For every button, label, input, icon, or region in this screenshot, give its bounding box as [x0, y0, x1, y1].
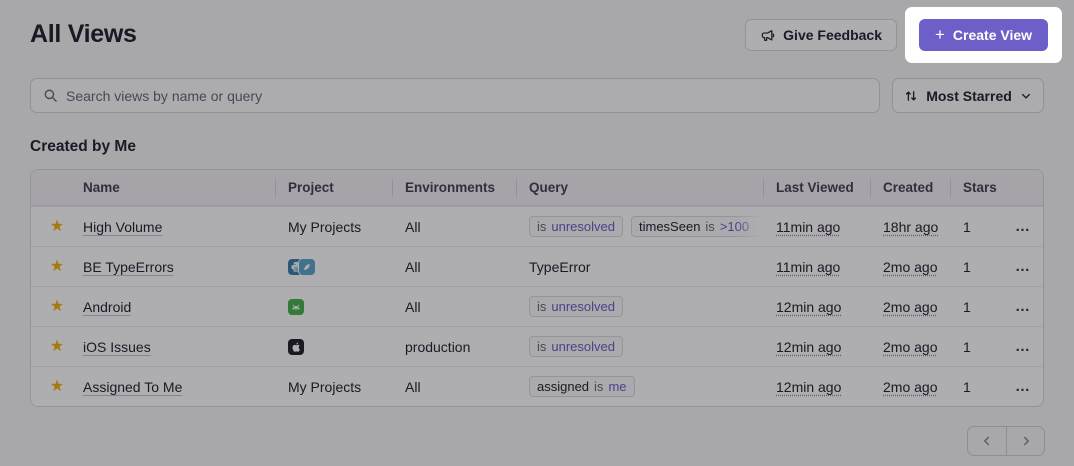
- create-view-button[interactable]: + Create View: [919, 19, 1048, 51]
- view-name-link[interactable]: iOS Issues: [83, 339, 288, 355]
- next-page-button[interactable]: [1006, 427, 1044, 455]
- android-platform-icon: [288, 299, 304, 315]
- stars-count: 1: [963, 379, 1015, 395]
- last-viewed-value: 12min ago: [776, 339, 841, 355]
- query-filter-chip: is unresolved: [529, 336, 623, 357]
- search-box[interactable]: [30, 78, 880, 113]
- query-filter-chip: is unresolved: [529, 216, 623, 237]
- apple-icon: [290, 341, 302, 353]
- chevron-down-icon: [1020, 90, 1032, 102]
- last-viewed-value: 12min ago: [776, 299, 841, 315]
- python-package-icon: [301, 261, 313, 273]
- query-filter-chip: timesSeen is >100: [631, 216, 762, 237]
- column-header-project: Project: [288, 180, 405, 195]
- view-name-link[interactable]: Assigned To Me: [83, 379, 288, 395]
- row-actions-button[interactable]: …: [1015, 338, 1044, 355]
- column-header-created: Created: [883, 180, 963, 195]
- project-cell: [288, 299, 405, 315]
- search-input[interactable]: [66, 88, 867, 104]
- environments-cell: production: [405, 339, 529, 355]
- table-row[interactable]: ★ BE TypeErrors: [31, 246, 1043, 286]
- give-feedback-button[interactable]: Give Feedback: [745, 19, 897, 51]
- search-icon: [43, 88, 58, 103]
- all-views-page: All Views Give Feedback Most Starred: [0, 0, 1074, 466]
- query-cell: assigned is me: [529, 376, 762, 397]
- row-actions-button[interactable]: …: [1015, 218, 1044, 235]
- views-table: Name Project Environments Query Last Vie…: [30, 169, 1044, 407]
- column-header-query: Query: [529, 180, 776, 195]
- apple-platform-icon: [288, 339, 304, 355]
- query-cell: is unresolved: [529, 336, 762, 357]
- chevron-right-icon: [1019, 434, 1033, 448]
- pagination: [967, 426, 1045, 456]
- star-icon[interactable]: ★: [50, 259, 64, 275]
- created-value: 2mo ago: [883, 379, 937, 395]
- stars-count: 1: [963, 259, 1015, 275]
- star-icon[interactable]: ★: [50, 219, 64, 235]
- view-name-link[interactable]: Android: [83, 299, 288, 315]
- view-name-link[interactable]: High Volume: [83, 219, 288, 235]
- row-actions-button[interactable]: …: [1015, 298, 1044, 315]
- environments-cell: All: [405, 259, 529, 275]
- environments-cell: All: [405, 299, 529, 315]
- megaphone-icon: [760, 28, 775, 43]
- table-row[interactable]: ★ Android All is unresolved: [31, 286, 1043, 326]
- created-value: 2mo ago: [883, 339, 937, 355]
- project-cell: My Projects: [288, 219, 405, 235]
- give-feedback-label: Give Feedback: [783, 27, 882, 43]
- star-icon[interactable]: ★: [50, 379, 64, 395]
- table-row[interactable]: ★ Assigned To Me My Projects All assigne…: [31, 366, 1043, 406]
- sort-icon: [904, 89, 918, 103]
- stars-count: 1: [963, 219, 1015, 235]
- project-cell: My Projects: [288, 379, 405, 395]
- created-value: 2mo ago: [883, 259, 937, 275]
- query-cell: TypeError: [529, 259, 762, 275]
- stars-count: 1: [963, 299, 1015, 315]
- environments-cell: All: [405, 219, 529, 235]
- created-value: 18hr ago: [883, 219, 938, 235]
- plus-icon: +: [935, 26, 945, 43]
- column-header-stars: Stars: [963, 180, 1015, 195]
- created-value: 2mo ago: [883, 299, 937, 315]
- section-title: Created by Me: [30, 138, 1044, 156]
- stars-count: 1: [963, 339, 1015, 355]
- project-cell: [288, 339, 405, 355]
- star-icon[interactable]: ★: [50, 339, 64, 355]
- view-name-link[interactable]: BE TypeErrors: [83, 259, 288, 275]
- table-header-row: Name Project Environments Query Last Vie…: [31, 170, 1043, 206]
- environments-cell: All: [405, 379, 529, 395]
- query-filter-chip: is unresolved: [529, 296, 623, 317]
- previous-page-button[interactable]: [968, 427, 1006, 455]
- table-row[interactable]: ★ High Volume My Projects All is unresol…: [31, 206, 1043, 246]
- create-view-label: Create View: [953, 27, 1032, 43]
- python-package-platform-icon: [299, 259, 315, 275]
- last-viewed-value: 11min ago: [776, 259, 840, 275]
- project-cell: [288, 259, 405, 275]
- last-viewed-value: 12min ago: [776, 379, 841, 395]
- toolbar: Most Starred: [30, 78, 1044, 113]
- row-actions-button[interactable]: …: [1015, 258, 1044, 275]
- query-filter-chip: assigned is me: [529, 376, 635, 397]
- create-view-spotlight: + Create View: [905, 7, 1062, 63]
- chevron-left-icon: [980, 434, 994, 448]
- table-row[interactable]: ★ iOS Issues production is unresolved 12…: [31, 326, 1043, 366]
- sort-dropdown[interactable]: Most Starred: [892, 78, 1044, 113]
- last-viewed-value: 11min ago: [776, 219, 840, 235]
- sort-label: Most Starred: [926, 88, 1012, 104]
- column-header-last-viewed: Last Viewed: [776, 180, 883, 195]
- android-icon: [290, 301, 302, 313]
- query-cell: is unresolved: [529, 296, 762, 317]
- star-icon[interactable]: ★: [50, 299, 64, 315]
- column-header-name: Name: [83, 180, 288, 195]
- column-header-environments: Environments: [405, 180, 529, 195]
- row-actions-button[interactable]: …: [1015, 378, 1044, 395]
- query-cell: is unresolved timesSeen is >100: [529, 216, 762, 237]
